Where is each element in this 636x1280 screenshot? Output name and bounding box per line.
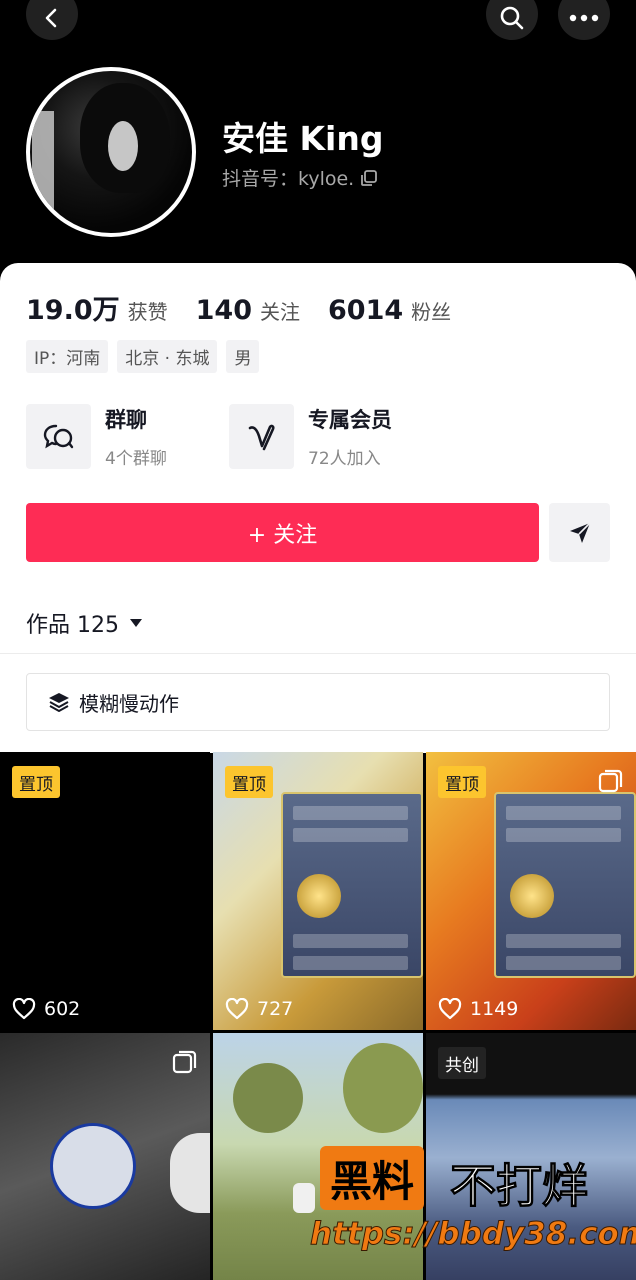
caret-down-icon [130, 619, 142, 627]
pinned-badge: 置顶 [12, 766, 60, 798]
heart-icon [438, 998, 462, 1020]
tag-gender: 男 [226, 340, 260, 373]
tag-location: 北京 · 东城 [117, 340, 218, 373]
watermark-brand-rest: 不打烊 [450, 1159, 589, 1214]
top-bar [0, 0, 636, 60]
video-likes-count: 727 [257, 998, 294, 1020]
stat-likes[interactable]: 19.0万 获赞 [26, 288, 168, 327]
pinned-badge: 置顶 [438, 766, 486, 798]
stats-row: 19.0万 获赞 140 关注 6014 粉丝 [26, 288, 451, 327]
stat-followers-value: 6014 [328, 295, 404, 326]
card-row [506, 806, 621, 820]
profile-panel: 19.0万 获赞 140 关注 6014 粉丝 IP：河南 北京 · 东城 男 … [0, 263, 636, 753]
share-button[interactable] [549, 503, 610, 562]
card-row [506, 934, 621, 948]
heart-icon [12, 998, 36, 1020]
video-thumb-4[interactable] [0, 1033, 210, 1280]
membership-sub: 72人加入 [308, 449, 381, 469]
works-tab[interactable]: 作品 125 [26, 607, 143, 639]
layers-icon [49, 693, 69, 712]
multi-image-icon [598, 769, 623, 793]
send-icon [569, 521, 591, 543]
rank-medal-icon [510, 874, 554, 918]
multi-image-icon [172, 1050, 197, 1074]
blur-slowmo-collection[interactable]: 模糊慢动作 [26, 673, 610, 731]
tags-row: IP：河南 北京 · 东城 男 [26, 340, 260, 373]
group-chat-title: 群聊 [105, 408, 147, 432]
video-likes: 727 [225, 998, 293, 1020]
video-likes-count: 1149 [470, 998, 519, 1020]
divider [0, 653, 636, 654]
back-button[interactable] [26, 0, 78, 40]
video-likes: 602 [12, 998, 80, 1020]
heart-icon [225, 998, 249, 1020]
membership-title: 专属会员 [308, 408, 392, 432]
co-create-badge: 共创 [438, 1047, 486, 1079]
video-thumb-1[interactable]: 置顶 602 [0, 752, 210, 1030]
avatar-light [32, 111, 54, 211]
copy-icon[interactable] [360, 169, 378, 187]
more-icon [569, 14, 599, 22]
game-card [494, 792, 636, 978]
group-chat-entry[interactable]: 群聊 4个群聊 [26, 404, 167, 469]
watermark-url: https://bbdy38.com [309, 1216, 636, 1253]
video-likes: 1149 [438, 998, 518, 1020]
stat-likes-label: 获赞 [127, 300, 168, 324]
card-row [506, 828, 621, 842]
avatar[interactable] [26, 67, 196, 237]
tree [233, 1063, 303, 1133]
watermark: 黑料 不打烊 https://bbdy38.com [309, 1146, 636, 1258]
watermark-brand-box: 黑料 [320, 1146, 425, 1210]
avatar-face [108, 121, 138, 171]
search-icon [500, 6, 524, 30]
card-row [293, 806, 408, 820]
follow-button[interactable]: + 关注 [26, 503, 539, 562]
stat-following[interactable]: 140 关注 [196, 295, 300, 326]
character [293, 1183, 315, 1213]
car-part [170, 1133, 210, 1213]
video-thumb-3[interactable]: 置顶 1149 [426, 752, 636, 1030]
rank-medal-icon [297, 874, 341, 918]
chevron-left-icon [45, 8, 57, 28]
card-row [293, 934, 408, 948]
douyin-id[interactable]: 抖音号：kyloe. [222, 164, 378, 191]
stat-following-label: 关注 [260, 300, 300, 324]
search-button[interactable] [486, 0, 538, 40]
tag-ip: IP：河南 [26, 340, 109, 373]
douyin-id-text: 抖音号：kyloe. [222, 168, 355, 190]
video-likes-count: 602 [44, 998, 81, 1020]
blur-slowmo-label: 模糊慢动作 [79, 691, 179, 716]
membership-entry[interactable]: 专属会员 72人加入 [229, 404, 392, 469]
stat-following-value: 140 [195, 295, 252, 326]
chat-bubbles-icon [43, 424, 73, 448]
profile-name: 安佳 King [222, 119, 384, 158]
card-row [293, 956, 408, 970]
stat-likes-value: 19.0万 [26, 295, 120, 326]
works-label: 作品 125 [26, 613, 119, 638]
group-chat-sub: 4个群聊 [105, 449, 167, 469]
pinned-badge: 置顶 [225, 766, 273, 798]
game-card [281, 792, 423, 978]
card-row [506, 956, 621, 970]
v-badge-icon [248, 424, 274, 450]
membership-icon-box [229, 404, 294, 469]
sticker-circle [50, 1123, 136, 1209]
stat-followers-label: 粉丝 [411, 300, 452, 324]
more-button[interactable] [558, 0, 610, 40]
card-row [293, 828, 408, 842]
stat-followers[interactable]: 6014 粉丝 [328, 295, 451, 326]
group-chat-icon-box [26, 404, 91, 469]
video-thumb-2[interactable]: 置顶 727 [213, 752, 423, 1030]
tree [343, 1043, 423, 1133]
